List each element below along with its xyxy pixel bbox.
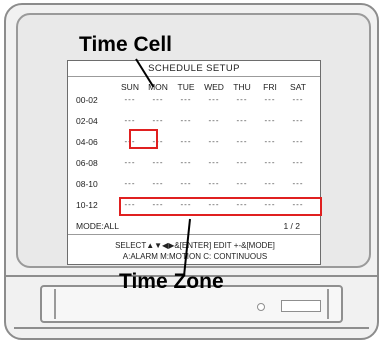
day-header: MON <box>148 82 168 92</box>
schedule-cell[interactable]: --- <box>259 179 281 189</box>
day-header: SUN <box>121 82 139 92</box>
page-indicator: 1 / 2 <box>283 221 300 231</box>
schedule-cell[interactable]: --- <box>147 158 169 168</box>
screen-title: SCHEDULE SETUP <box>148 63 240 74</box>
schedule-cell[interactable]: --- <box>147 95 169 105</box>
schedule-cell[interactable]: --- <box>147 116 169 126</box>
schedule-cell[interactable]: --- <box>287 95 309 105</box>
schedule-cell[interactable]: --- <box>259 137 281 147</box>
schedule-cell[interactable]: --- <box>287 179 309 189</box>
time-slot-label: 08-10 <box>76 179 98 189</box>
time-slot-label: 00-02 <box>76 95 98 105</box>
schedule-cell[interactable]: --- <box>119 179 141 189</box>
mode-divider <box>68 234 320 235</box>
time-cell-label: Time Cell <box>79 33 172 56</box>
time-slot-label: 06-08 <box>76 158 98 168</box>
schedule-setup-screen: SCHEDULE SETUP SUN MON TUE WED THU FRI S… <box>67 60 322 265</box>
schedule-cell[interactable]: --- <box>175 179 197 189</box>
base-divider-left <box>54 289 56 319</box>
schedule-cell[interactable]: --- <box>175 137 197 147</box>
time-cell-highlight <box>129 129 158 149</box>
time-slot-label: 10-12 <box>76 200 98 210</box>
mode-label: MODE:ALL <box>76 221 119 231</box>
schedule-cell[interactable]: --- <box>175 95 197 105</box>
schedule-cell[interactable]: --- <box>259 116 281 126</box>
time-slot-label: 02-04 <box>76 116 98 126</box>
schedule-cell[interactable]: --- <box>119 95 141 105</box>
power-led-icon <box>257 303 265 311</box>
schedule-cell[interactable]: --- <box>287 158 309 168</box>
day-header: FRI <box>263 82 277 92</box>
schedule-cell[interactable]: --- <box>231 95 253 105</box>
schedule-cell[interactable]: --- <box>203 137 225 147</box>
schedule-cell[interactable]: --- <box>287 116 309 126</box>
schedule-cell[interactable]: --- <box>119 116 141 126</box>
time-zone-highlight <box>119 197 322 216</box>
mode-legend-line: A:ALARM M:MOTION C: CONTINUOUS <box>122 252 268 261</box>
schedule-cell[interactable]: --- <box>119 158 141 168</box>
schedule-cell[interactable]: --- <box>287 137 309 147</box>
schedule-cell[interactable]: --- <box>231 179 253 189</box>
time-zone-label: Time Zone <box>119 270 224 293</box>
schedule-cell[interactable]: --- <box>175 116 197 126</box>
schedule-cell[interactable]: --- <box>203 158 225 168</box>
schedule-cell[interactable]: --- <box>147 179 169 189</box>
base-bottom-line <box>14 327 369 329</box>
power-button[interactable] <box>281 300 321 312</box>
base-divider-right <box>327 289 329 319</box>
time-slot-label: 04-06 <box>76 137 98 147</box>
day-header-row: SUN MON TUE WED THU FRI SAT <box>116 82 314 94</box>
day-header: WED <box>204 82 224 92</box>
day-header: TUE <box>177 82 195 92</box>
schedule-cell[interactable]: --- <box>175 158 197 168</box>
schedule-cell[interactable]: --- <box>231 137 253 147</box>
schedule-cell[interactable]: --- <box>203 179 225 189</box>
day-header: SAT <box>290 82 306 92</box>
schedule-cell[interactable]: --- <box>203 95 225 105</box>
key-help-line: SELECT▲▼◀▶&[ENTER] EDIT +-&[MODE] <box>115 241 275 250</box>
schedule-cell[interactable]: --- <box>231 116 253 126</box>
schedule-cell[interactable]: --- <box>203 116 225 126</box>
title-divider <box>68 76 320 77</box>
day-header: THU <box>233 82 251 92</box>
schedule-cell[interactable]: --- <box>259 95 281 105</box>
schedule-cell[interactable]: --- <box>231 158 253 168</box>
schedule-cell[interactable]: --- <box>259 158 281 168</box>
